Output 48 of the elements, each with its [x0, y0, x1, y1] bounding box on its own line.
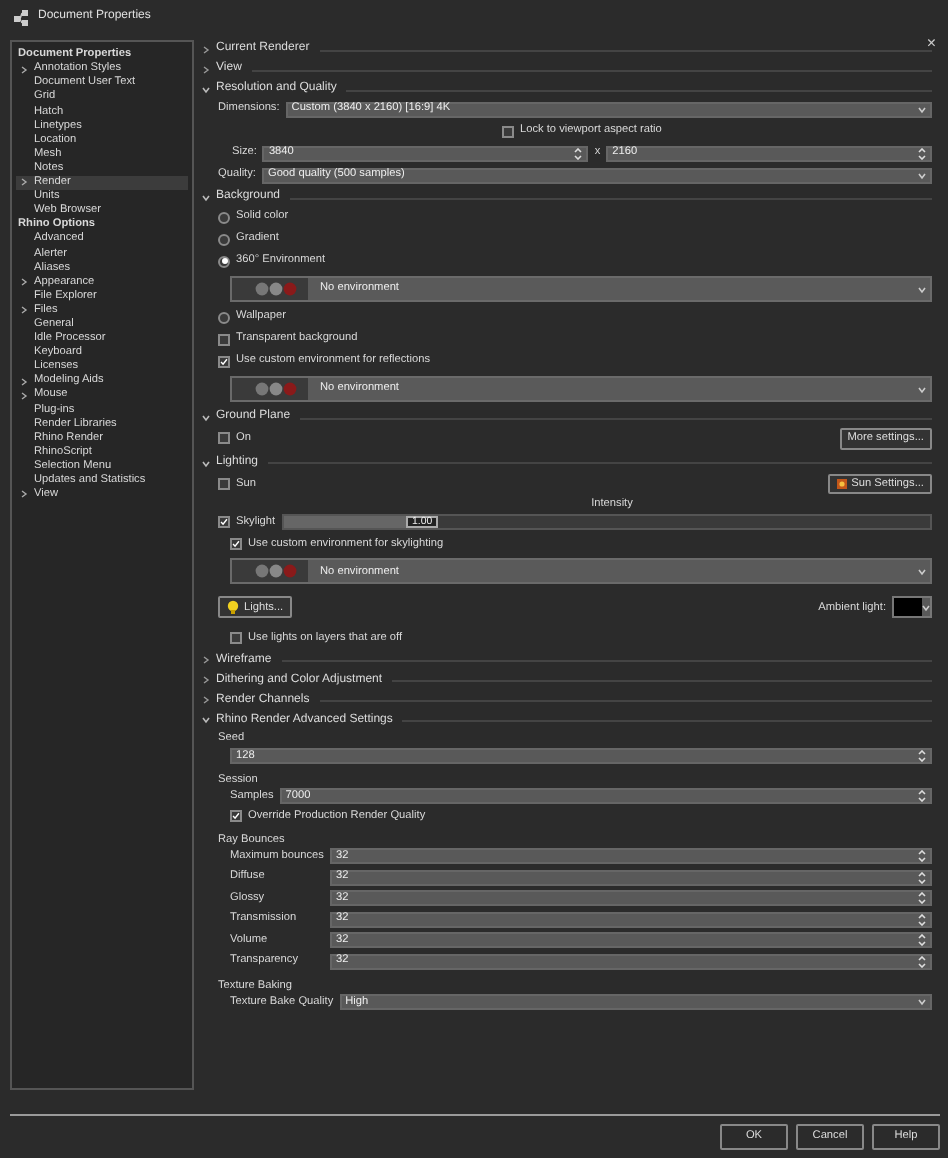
caret-icon [918, 285, 926, 293]
light-bulb-icon [226, 600, 240, 615]
radio-button[interactable] [218, 233, 230, 245]
caret-icon [918, 171, 926, 179]
checkbox[interactable] [230, 810, 242, 823]
expand-chevron-icon[interactable] [202, 46, 210, 54]
environment-preview [232, 378, 308, 400]
collapse-chevron-icon[interactable] [202, 414, 210, 422]
spinner-icon [918, 955, 926, 968]
collapse-chevron-icon[interactable] [202, 716, 210, 725]
checkbox[interactable] [502, 125, 514, 137]
expand-chevron-icon[interactable] [202, 696, 210, 705]
expand-chevron-icon[interactable] [202, 676, 210, 685]
checkbox[interactable] [218, 432, 230, 445]
caret-icon [918, 105, 926, 113]
spinner-icon [918, 850, 926, 863]
checkbox[interactable] [230, 631, 242, 644]
checkbox[interactable] [218, 515, 230, 528]
collapse-chevron-icon[interactable] [202, 194, 210, 202]
color-swatch [894, 598, 922, 617]
caret-icon [922, 603, 930, 612]
expand-chevron-icon[interactable] [202, 66, 210, 74]
radio-button[interactable] [218, 255, 230, 267]
checkbox[interactable] [218, 478, 230, 491]
collapse-chevron-icon[interactable] [202, 459, 210, 468]
environment-preview [232, 278, 308, 300]
checkbox[interactable] [218, 355, 230, 367]
checkbox[interactable] [218, 333, 230, 345]
checkbox[interactable] [230, 537, 242, 550]
app-icon [12, 8, 30, 28]
spinner-icon [918, 749, 926, 762]
spinner-icon [918, 790, 926, 803]
caret-icon [918, 567, 926, 576]
color-picker[interactable] [892, 596, 932, 619]
radio-button[interactable] [218, 311, 230, 323]
expand-chevron-icon[interactable] [202, 656, 210, 665]
collapse-chevron-icon[interactable] [202, 86, 210, 94]
spinner-icon [918, 147, 927, 159]
spinner-icon [918, 913, 926, 926]
close-button[interactable]: × [926, 36, 936, 52]
environment-preview [232, 560, 308, 583]
spinner-icon [574, 147, 583, 159]
caret-icon [918, 385, 926, 393]
spinner-icon [918, 934, 926, 947]
caret-icon [918, 998, 926, 1007]
spinner-icon [918, 892, 926, 905]
radio-button[interactable] [218, 211, 230, 223]
spinner-icon [918, 871, 926, 884]
